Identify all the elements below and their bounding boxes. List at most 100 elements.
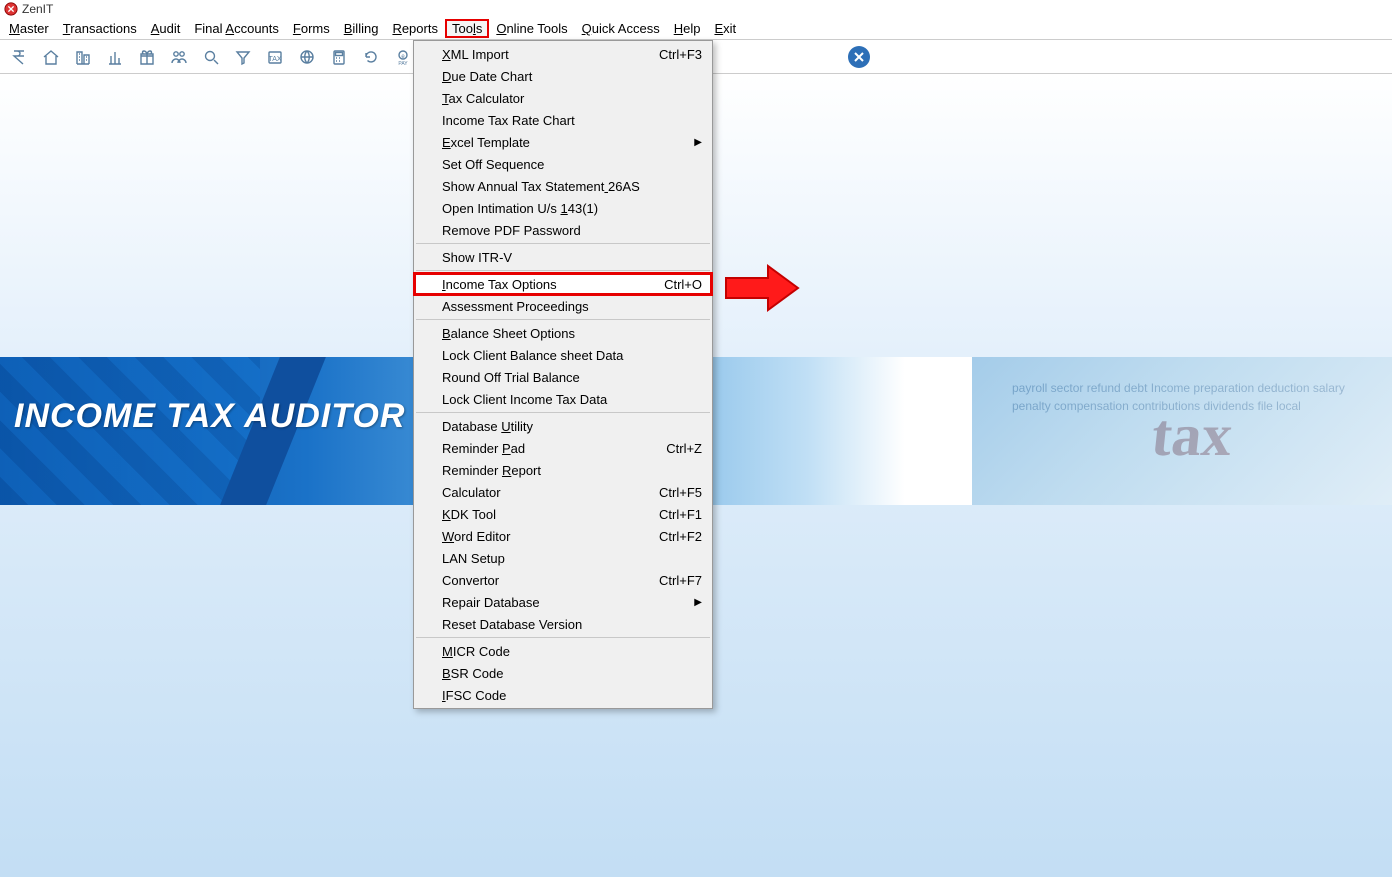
menuitem-label: Remove PDF Password xyxy=(442,223,581,238)
menuitem-label: Reminder Pad xyxy=(442,441,525,456)
close-icon[interactable] xyxy=(848,46,870,68)
refresh-icon[interactable] xyxy=(360,46,382,68)
menuitem-label: MICR Code xyxy=(442,644,510,659)
menu-separator xyxy=(416,270,710,271)
menubar: MasterTransactionsAuditFinal AccountsFor… xyxy=(0,18,1392,40)
annotation-arrow-icon xyxy=(720,260,800,321)
menuitem-ifsc-code[interactable]: IFSC Code xyxy=(414,684,712,706)
menuitem-label: Reminder Report xyxy=(442,463,541,478)
menu-separator xyxy=(416,243,710,244)
menuitem-shortcut: Ctrl+F2 xyxy=(659,529,702,544)
menu-quick-access[interactable]: Quick Access xyxy=(575,19,667,38)
menu-forms[interactable]: Forms xyxy=(286,19,337,38)
menuitem-set-off-sequence[interactable]: Set Off Sequence xyxy=(414,153,712,175)
menuitem-round-off-trial-balance[interactable]: Round Off Trial Balance xyxy=(414,366,712,388)
menuitem-label: Reset Database Version xyxy=(442,617,582,632)
app-title: ZenIT xyxy=(22,2,53,16)
menuitem-shortcut: Ctrl+F3 xyxy=(659,47,702,62)
buildings-icon[interactable] xyxy=(72,46,94,68)
menuitem-word-editor[interactable]: Word Editor Ctrl+F2 xyxy=(414,525,712,547)
menuitem-label: Lock Client Balance sheet Data xyxy=(442,348,623,363)
menu-final-accounts[interactable]: Final Accounts xyxy=(187,19,286,38)
app-icon xyxy=(4,2,18,16)
svg-text:TAX: TAX xyxy=(268,56,281,63)
menuitem-convertor[interactable]: Convertor Ctrl+F7 xyxy=(414,569,712,591)
menuitem-income-tax-options[interactable]: Income Tax OptionsCtrl+O xyxy=(414,273,712,295)
menuitem-reminder-report[interactable]: Reminder Report xyxy=(414,459,712,481)
menu-exit[interactable]: Exit xyxy=(707,19,743,38)
menuitem-reminder-pad[interactable]: Reminder Pad Ctrl+Z xyxy=(414,437,712,459)
calculator-icon[interactable] xyxy=(328,46,350,68)
menuitem-bsr-code[interactable]: BSR Code xyxy=(414,662,712,684)
menuitem-label: Calculator xyxy=(442,485,501,500)
rupee-icon[interactable] xyxy=(8,46,30,68)
submenu-arrow-icon: ▶ xyxy=(694,597,702,608)
menuitem-label: Convertor xyxy=(442,573,499,588)
menuitem-label: BSR Code xyxy=(442,666,503,681)
menuitem-label: Lock Client Income Tax Data xyxy=(442,392,607,407)
search-icon[interactable] xyxy=(200,46,222,68)
menuitem-database-utility[interactable]: Database Utility xyxy=(414,415,712,437)
menu-transactions[interactable]: Transactions xyxy=(56,19,144,38)
menuitem-shortcut: Ctrl+F5 xyxy=(659,485,702,500)
menuitem-show-annual-tax-statement-26as[interactable]: Show Annual Tax Statement 26AS xyxy=(414,175,712,197)
menuitem-shortcut: Ctrl+Z xyxy=(666,441,702,456)
menuitem-excel-template[interactable]: Excel Template ▶ xyxy=(414,131,712,153)
menuitem-lock-client-balance-sheet-data[interactable]: Lock Client Balance sheet Data xyxy=(414,344,712,366)
filter-icon[interactable] xyxy=(232,46,254,68)
menu-billing[interactable]: Billing xyxy=(337,19,386,38)
menuitem-remove-pdf-password[interactable]: Remove PDF Password xyxy=(414,219,712,241)
menuitem-assessment-proceedings[interactable]: Assessment Proceedings xyxy=(414,295,712,317)
menuitem-label: LAN Setup xyxy=(442,551,505,566)
menuitem-tax-calculator[interactable]: Tax Calculator xyxy=(414,87,712,109)
tools-menu-dropdown: XML ImportCtrl+F3 Due Date Chart Tax Calcu… xyxy=(413,40,713,709)
menuitem-lan-setup[interactable]: LAN Setup xyxy=(414,547,712,569)
menuitem-micr-code[interactable]: MICR Code xyxy=(414,640,712,662)
menu-reports[interactable]: Reports xyxy=(385,19,445,38)
menu-separator xyxy=(416,637,710,638)
menuitem-show-itr-v[interactable]: Show ITR-V xyxy=(414,246,712,268)
epay-icon[interactable]: ePAY xyxy=(392,46,414,68)
menu-online-tools[interactable]: Online Tools xyxy=(489,19,574,38)
menu-separator xyxy=(416,319,710,320)
menuitem-kdk-tool[interactable]: KDK ToolCtrl+F1 xyxy=(414,503,712,525)
menuitem-reset-database-version[interactable]: Reset Database Version xyxy=(414,613,712,635)
banner-tax-word: tax xyxy=(1148,401,1235,470)
gift-icon[interactable] xyxy=(136,46,158,68)
menuitem-open-intimation-u-s-143-1[interactable]: Open Intimation U/s 143(1) xyxy=(414,197,712,219)
menuitem-lock-client-income-tax-data[interactable]: Lock Client Income Tax Data xyxy=(414,388,712,410)
menuitem-label: Due Date Chart xyxy=(442,69,532,84)
menuitem-shortcut: Ctrl+F7 xyxy=(659,573,702,588)
menuitem-label: Word Editor xyxy=(442,529,510,544)
menuitem-label: Repair Database xyxy=(442,595,540,610)
menuitem-calculator[interactable]: Calculator Ctrl+F5 xyxy=(414,481,712,503)
menu-audit[interactable]: Audit xyxy=(144,19,188,38)
menuitem-income-tax-rate-chart[interactable]: Income Tax Rate Chart xyxy=(414,109,712,131)
people-icon[interactable] xyxy=(168,46,190,68)
menuitem-label: KDK Tool xyxy=(442,507,496,522)
menuitem-label: Excel Template xyxy=(442,135,530,150)
submenu-arrow-icon: ▶ xyxy=(694,137,702,148)
menu-help[interactable]: Help xyxy=(667,19,708,38)
menuitem-label: IFSC Code xyxy=(442,688,506,703)
chart-icon[interactable] xyxy=(104,46,126,68)
svg-text:PAY: PAY xyxy=(398,61,408,67)
menuitem-label: Income Tax Options xyxy=(442,277,557,292)
titlebar: ZenIT xyxy=(0,0,1392,18)
menuitem-label: Balance Sheet Options xyxy=(442,326,575,341)
menuitem-label: Database Utility xyxy=(442,419,533,434)
menuitem-label: Show Annual Tax Statement 26AS xyxy=(442,179,640,194)
menuitem-due-date-chart[interactable]: Due Date Chart xyxy=(414,65,712,87)
menuitem-xml-import[interactable]: XML ImportCtrl+F3 xyxy=(414,43,712,65)
home-icon[interactable] xyxy=(40,46,62,68)
globe-icon[interactable] xyxy=(296,46,318,68)
menuitem-repair-database[interactable]: Repair Database ▶ xyxy=(414,591,712,613)
banner-title: INCOME TAX AUDITOR xyxy=(14,397,405,436)
menuitem-label: Income Tax Rate Chart xyxy=(442,113,575,128)
menu-master[interactable]: Master xyxy=(2,19,56,38)
tax-box-icon[interactable]: TAX xyxy=(264,46,286,68)
menu-tools[interactable]: Tools xyxy=(445,19,489,38)
menuitem-balance-sheet-options[interactable]: Balance Sheet Options xyxy=(414,322,712,344)
menuitem-label: Assessment Proceedings xyxy=(442,299,589,314)
menuitem-label: Round Off Trial Balance xyxy=(442,370,580,385)
